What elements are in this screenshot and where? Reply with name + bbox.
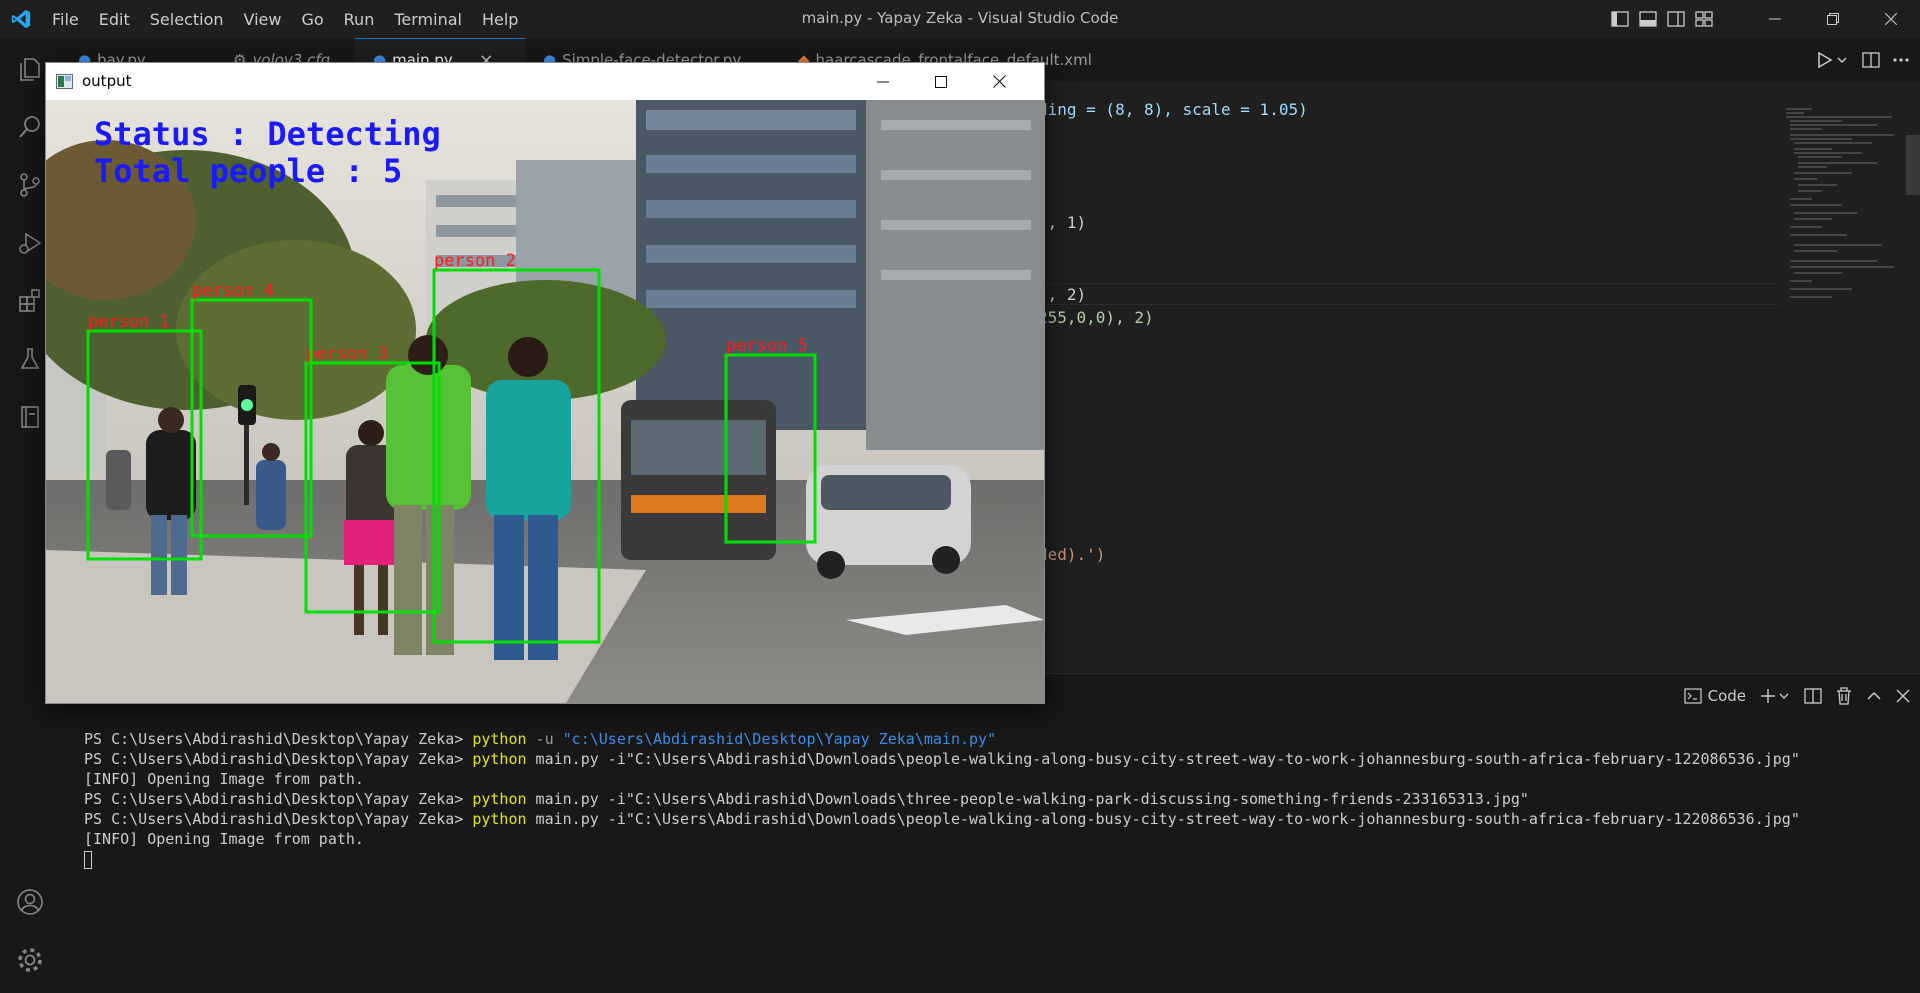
- new-terminal-icon[interactable]: [1760, 688, 1790, 704]
- output-close-icon[interactable]: [970, 63, 1028, 100]
- code-line: ding = (8, 8), scale = 1.05): [1038, 100, 1308, 119]
- toggle-panel-icon[interactable]: [1634, 0, 1662, 38]
- menu-run[interactable]: Run: [334, 10, 385, 29]
- terminal-profile[interactable]: Code: [1683, 687, 1746, 705]
- menu-help[interactable]: Help: [472, 10, 528, 29]
- menu-view[interactable]: View: [234, 10, 292, 29]
- status-text: Status : Detecting: [94, 115, 441, 153]
- person-label: person 4: [192, 281, 274, 301]
- menu-edit[interactable]: Edit: [89, 10, 140, 29]
- terminal-line: PS C:\Users\Abdirashid\Desktop\Yapay Zek…: [84, 790, 1529, 808]
- terminal-cursor: [84, 850, 92, 869]
- person-label: person 1: [88, 312, 170, 332]
- close-window-icon[interactable]: [1862, 0, 1920, 38]
- terminal-profile-label: Code: [1707, 687, 1746, 705]
- menu-go[interactable]: Go: [291, 10, 333, 29]
- customize-layout-icon[interactable]: [1690, 0, 1718, 38]
- terminal-line: PS C:\Users\Abdirashid\Desktop\Yapay Zek…: [84, 750, 1800, 768]
- image-window-icon: [56, 74, 73, 89]
- output-maximize-icon[interactable]: [912, 63, 970, 100]
- output-window-title-bar[interactable]: output: [46, 63, 1044, 100]
- editor-scrollbar[interactable]: [1906, 135, 1920, 195]
- terminal-icon: [1683, 688, 1702, 704]
- close-panel-icon[interactable]: [1896, 689, 1910, 703]
- code-line: ), 1): [1038, 213, 1087, 232]
- output-window-title: output: [82, 72, 132, 90]
- run-python-file-icon[interactable]: [1816, 51, 1850, 69]
- detection-image: person 1 person 2 person 3 person 4 person 5…: [46, 100, 1044, 703]
- code-line: 255,0,0), 2): [1038, 308, 1154, 327]
- minimap[interactable]: [1782, 105, 1902, 355]
- terminal-line: [INFO] Opening Image from path.: [84, 770, 364, 788]
- panel-actions: Code: [1683, 684, 1910, 708]
- code-line: ), 2): [1038, 285, 1087, 304]
- title-bar-controls: [1606, 0, 1920, 38]
- terminal-line: PS C:\Users\Abdirashid\Desktop\Yapay Zek…: [84, 810, 1800, 828]
- vscode-logo-icon: [11, 9, 31, 29]
- code-line: ded).'): [1038, 545, 1106, 564]
- street-background: [46, 100, 1044, 703]
- person-label: person 2: [434, 251, 516, 271]
- menu-bar: File Edit Selection View Go Run Terminal…: [42, 0, 528, 38]
- person-label: person 5: [726, 336, 808, 356]
- toggle-secondary-sidebar-icon[interactable]: [1662, 0, 1690, 38]
- split-terminal-icon[interactable]: [1804, 688, 1822, 704]
- output-window[interactable]: output person 1 person 2 person 3 person…: [45, 62, 1045, 704]
- terminal-output[interactable]: PS C:\Users\Abdirashid\Desktop\Yapay Zek…: [84, 729, 1800, 869]
- menu-file[interactable]: File: [42, 10, 89, 29]
- terminal-line: [INFO] Opening Image from path.: [84, 830, 364, 848]
- maximize-panel-chevron-up-icon[interactable]: [1866, 690, 1882, 702]
- restore-icon[interactable]: [1804, 0, 1862, 38]
- more-actions-icon[interactable]: [1892, 57, 1910, 63]
- editor-actions: [1816, 38, 1910, 81]
- menu-selection[interactable]: Selection: [140, 10, 234, 29]
- menu-terminal[interactable]: Terminal: [384, 10, 472, 29]
- terminal-line: PS C:\Users\Abdirashid\Desktop\Yapay Zek…: [84, 730, 997, 748]
- toggle-primary-sidebar-icon[interactable]: [1606, 0, 1634, 38]
- minimize-icon[interactable]: [1746, 0, 1804, 38]
- kill-terminal-trash-icon[interactable]: [1836, 687, 1852, 705]
- output-minimize-icon[interactable]: [854, 63, 912, 100]
- terminal-cursor-line: [84, 849, 1800, 869]
- account-icon[interactable]: [0, 873, 60, 931]
- title-bar: File Edit Selection View Go Run Terminal…: [0, 0, 1920, 38]
- manage-gear-icon[interactable]: [0, 931, 60, 989]
- terminal-panel: Code PS C:\Users\Abdirashid\Desktop\Yapa…: [60, 673, 1920, 993]
- total-people-text: Total people : 5: [94, 152, 402, 190]
- person-label: person 3: [306, 344, 388, 364]
- split-editor-icon[interactable]: [1862, 51, 1880, 68]
